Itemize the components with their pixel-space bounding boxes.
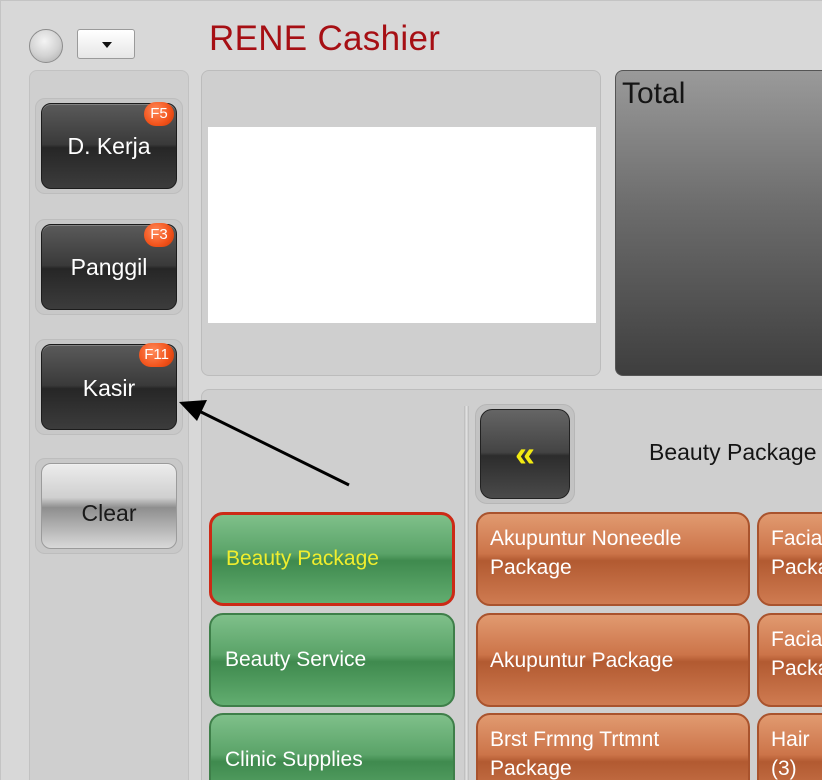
sidebar-button-frame: D. Kerja F5 (35, 98, 183, 194)
sidebar-button-frame: Kasir F11 (35, 339, 183, 435)
panggil-label: Panggil (70, 253, 148, 280)
product-item[interactable]: Brst Frmng Trtmnt Package (476, 713, 750, 780)
product-item[interactable]: Akupuntur Noneedle Package (476, 512, 750, 606)
shortcut-badge: F5 (144, 102, 174, 126)
clear-label: Clear (81, 500, 137, 526)
d-kerja-button[interactable]: D. Kerja F5 (41, 102, 177, 189)
product-item-label: Brst Frmng Trtmnt Package (490, 728, 660, 780)
kasir-label: Kasir (82, 375, 136, 401)
shortcut-badge: F3 (144, 223, 174, 247)
total-panel: Total (615, 70, 822, 376)
product-item-label: Hair (3) (771, 728, 810, 780)
quick-access-dropdown-button[interactable] (77, 29, 135, 59)
chevron-down-icon (102, 42, 112, 48)
app-title: RENE Cashier (209, 19, 441, 58)
product-item[interactable]: Hair (3) (757, 713, 822, 780)
clear-button[interactable]: Clear (41, 463, 177, 549)
category-label: Beauty Service (225, 648, 367, 671)
category-beauty-service[interactable]: Beauty Service (209, 613, 455, 707)
category-clinic-supplies[interactable]: Clinic Supplies (209, 713, 455, 780)
shortcut-badge: F11 (139, 343, 174, 367)
kasir-button[interactable]: Kasir F11 (41, 343, 177, 430)
product-item-label: Akupuntur Noneedle Package (490, 527, 682, 579)
product-item[interactable]: Facial Package (757, 512, 822, 606)
back-button-frame: « (475, 404, 575, 504)
double-chevron-left-icon: « (514, 433, 536, 474)
cashier-window: RENE Cashier D. Kerja F5 Panggil F3 Kasi… (0, 0, 822, 780)
panggil-button[interactable]: Panggil F3 (41, 223, 177, 310)
category-label: Clinic Supplies (225, 748, 363, 771)
back-button[interactable]: « (480, 409, 570, 499)
customer-display-screen (208, 127, 596, 323)
customer-display-panel (201, 70, 601, 376)
app-menu-orb-button[interactable] (29, 29, 63, 63)
sidebar-button-frame: Clear (35, 458, 183, 554)
d-kerja-label: D. Kerja (67, 132, 151, 159)
product-item-label: Facial Package (771, 527, 822, 579)
total-label: Total (622, 77, 686, 110)
product-item[interactable]: Facial Package (757, 613, 822, 707)
panel-divider (464, 406, 469, 780)
sidebar-button-frame: Panggil F3 (35, 219, 183, 315)
product-item-label: Akupuntur Package (490, 648, 674, 672)
product-item-label: Facial Package (771, 628, 822, 680)
category-title: Beauty Package (649, 439, 817, 465)
category-label: Beauty Package (226, 547, 379, 570)
product-item[interactable]: Akupuntur Package (476, 613, 750, 707)
category-beauty-package[interactable]: Beauty Package (209, 512, 455, 606)
